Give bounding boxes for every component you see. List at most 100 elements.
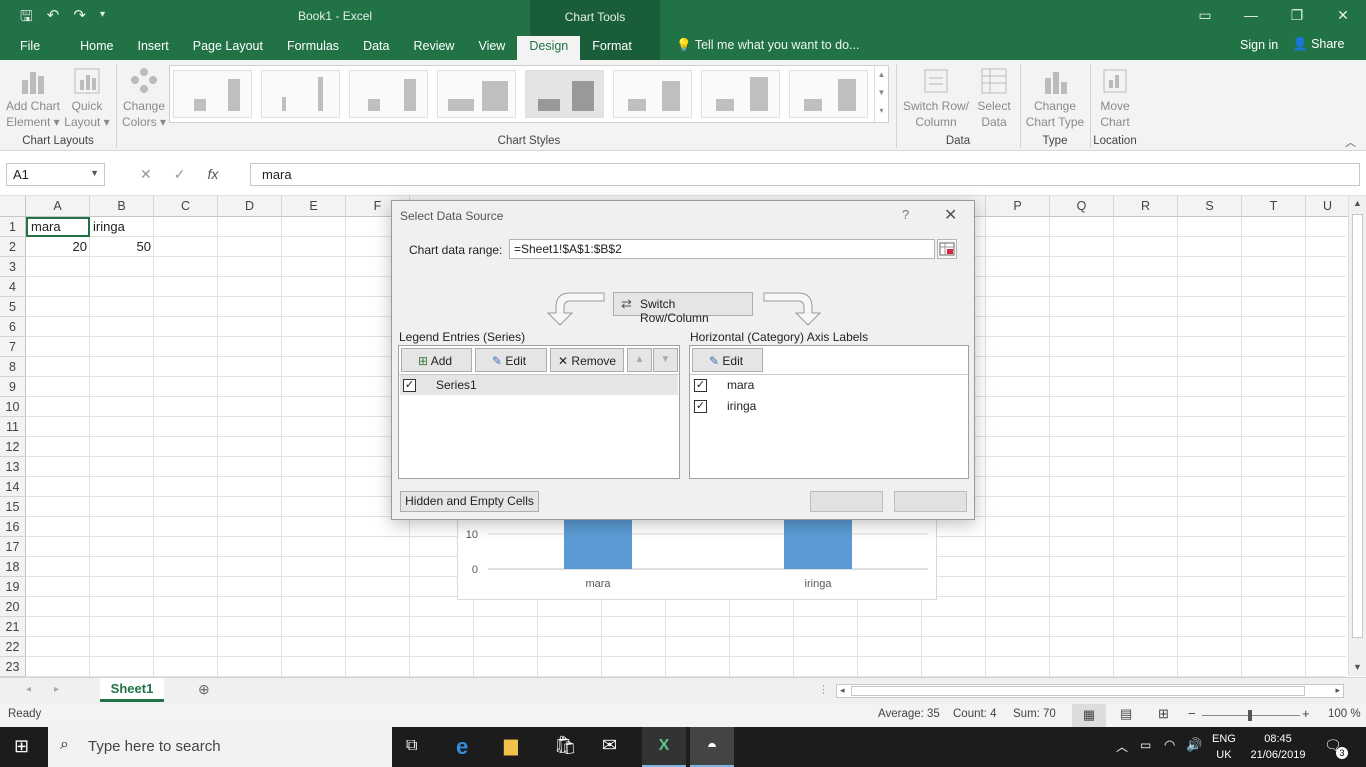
status-count[interactable]: Count: 4 [953, 708, 996, 720]
row-header[interactable]: 2 [0, 237, 26, 257]
ok-button[interactable] [810, 491, 883, 512]
close-icon[interactable]: ✕ [1320, 0, 1366, 30]
switch-row-column-ribbon-button[interactable]: Switch Row/ Column [900, 66, 972, 130]
cancel-button[interactable] [894, 491, 967, 512]
clock[interactable]: 08:45 21/06/2019 [1248, 731, 1308, 763]
battery-icon[interactable]: ▭ [1140, 738, 1151, 752]
chart-styles-gallery[interactable]: ▲ ▼ ▾ [169, 65, 889, 123]
zoom-level[interactable]: 100 % [1328, 708, 1361, 720]
cell-a2[interactable]: 20 [26, 237, 90, 257]
tab-home[interactable]: Home [68, 36, 125, 60]
language-indicator[interactable]: ENG UK [1212, 731, 1236, 763]
axis-label-item[interactable]: ✓ mara [691, 375, 967, 395]
cancel-icon[interactable]: ✕ [140, 166, 152, 183]
column-header[interactable]: R [1114, 196, 1178, 217]
collapse-dialog-icon[interactable] [937, 239, 957, 259]
dialog-close-icon[interactable]: ✕ [944, 205, 957, 225]
file-explorer-icon[interactable]: ▆ [504, 735, 518, 756]
help-button[interactable]: ? [902, 207, 909, 222]
row-header[interactable]: 1 [0, 217, 26, 237]
vertical-scrollbar[interactable]: ▲ ▼ [1348, 196, 1366, 676]
chart-style-5[interactable] [525, 70, 604, 118]
chart-data-range-input[interactable]: =Sheet1!$A$1:$B$2 [509, 239, 935, 259]
switch-row-column-button[interactable]: ⇄ Switch Row/Column [613, 292, 753, 325]
scroll-right-icon[interactable]: ▸ [1335, 685, 1340, 696]
row-header[interactable]: 21 [0, 617, 26, 637]
photos-taskbar-icon[interactable]: ◓ [690, 727, 734, 767]
enter-icon[interactable]: ✓ [174, 166, 186, 183]
vertical-scroll-thumb[interactable] [1352, 214, 1363, 638]
row-header[interactable]: 20 [0, 597, 26, 617]
new-sheet-icon[interactable]: ⊕ [198, 681, 210, 698]
column-header[interactable]: B [90, 196, 154, 217]
column-header[interactable]: Q [1050, 196, 1114, 217]
taskbar-search[interactable]: ⌕ Type here to search [48, 727, 392, 767]
row-header[interactable]: 5 [0, 297, 26, 317]
tell-me-box[interactable]: 💡 Tell me what you want to do... [676, 38, 859, 53]
normal-view-icon[interactable]: ▦ [1072, 704, 1106, 727]
gallery-scroll[interactable]: ▲ ▼ ▾ [874, 66, 888, 122]
save-icon[interactable]: 🖫 [20, 6, 33, 31]
sheet-tab-sheet1[interactable]: Sheet1 [100, 678, 164, 702]
undo-icon[interactable]: ↶ [47, 6, 60, 31]
select-all-corner[interactable] [0, 196, 26, 217]
quick-layout-button[interactable]: Quick Layout ▾ [64, 66, 110, 130]
insert-function-button[interactable]: fx [207, 166, 218, 183]
row-header[interactable]: 6 [0, 317, 26, 337]
move-chart-button[interactable]: Move Chart [1094, 66, 1136, 130]
minimize-icon[interactable]: — [1228, 0, 1274, 30]
windows-start-icon[interactable]: ⊞ [14, 736, 29, 757]
move-down-icon[interactable]: ▼ [653, 348, 678, 372]
column-header[interactable]: D [218, 196, 282, 217]
tab-splitter-icon[interactable]: ⋮ [818, 683, 829, 696]
add-chart-element-button[interactable]: Add Chart Element ▾ [4, 66, 62, 130]
edit-axis-labels-button[interactable]: ✎ Edit [692, 348, 763, 372]
row-header[interactable]: 14 [0, 477, 26, 497]
row-header[interactable]: 12 [0, 437, 26, 457]
column-header[interactable]: T [1242, 196, 1306, 217]
chart-style-2[interactable] [261, 70, 340, 118]
axis-label-item[interactable]: ✓ iringa [691, 396, 967, 416]
chart-style-8[interactable] [789, 70, 868, 118]
change-colors-button[interactable]: Change Colors ▾ [120, 66, 168, 130]
row-header[interactable]: 15 [0, 497, 26, 517]
row-header[interactable]: 4 [0, 277, 26, 297]
row-header[interactable]: 16 [0, 517, 26, 537]
hidden-empty-cells-button[interactable]: Hidden and Empty Cells [400, 491, 539, 512]
column-header[interactable]: U [1306, 196, 1350, 217]
redo-icon[interactable]: ↷ [73, 6, 86, 31]
show-hidden-icons-icon[interactable]: ︿ [1116, 738, 1128, 755]
row-header[interactable]: 3 [0, 257, 26, 277]
tab-file[interactable]: File [0, 36, 68, 60]
row-header[interactable]: 7 [0, 337, 26, 357]
page-break-view-icon[interactable]: ⊞ [1158, 706, 1169, 722]
row-header[interactable]: 10 [0, 397, 26, 417]
row-header[interactable]: 23 [0, 657, 26, 677]
scroll-left-icon[interactable]: ◂ [840, 685, 845, 696]
change-chart-type-button[interactable]: Change Chart Type [1024, 66, 1086, 130]
page-layout-view-icon[interactable]: ▤ [1120, 706, 1132, 722]
scroll-up-icon[interactable]: ▲ [1353, 198, 1362, 208]
share-button[interactable]: 👤 Share [1292, 37, 1344, 52]
chart-style-4[interactable] [437, 70, 516, 118]
store-icon[interactable]: 🛍 [554, 735, 577, 756]
maximize-icon[interactable]: ❐ [1274, 0, 1320, 30]
column-header[interactable]: P [986, 196, 1050, 217]
add-series-button[interactable]: ⊞ Add [401, 348, 472, 372]
name-box[interactable]: A1 ▼ [6, 163, 105, 186]
tab-insert[interactable]: Insert [126, 36, 181, 60]
tab-page-layout[interactable]: Page Layout [181, 36, 275, 60]
network-icon[interactable]: ◠ [1164, 737, 1175, 753]
prev-sheet-icon[interactable]: ◂ [26, 684, 31, 695]
checkbox-checked-icon[interactable]: ✓ [694, 400, 707, 413]
excel-taskbar-icon[interactable]: X [642, 727, 686, 767]
row-header[interactable]: 19 [0, 577, 26, 597]
horizontal-scrollbar[interactable]: ◂ ▸ [836, 684, 1344, 698]
chart-style-7[interactable] [701, 70, 780, 118]
checkbox-checked-icon[interactable]: ✓ [403, 379, 416, 392]
tab-data[interactable]: Data [351, 36, 401, 60]
chart-style-1[interactable] [173, 70, 252, 118]
tab-format[interactable]: Format [580, 36, 644, 60]
status-average[interactable]: Average: 35 [878, 708, 940, 720]
row-header[interactable]: 9 [0, 377, 26, 397]
